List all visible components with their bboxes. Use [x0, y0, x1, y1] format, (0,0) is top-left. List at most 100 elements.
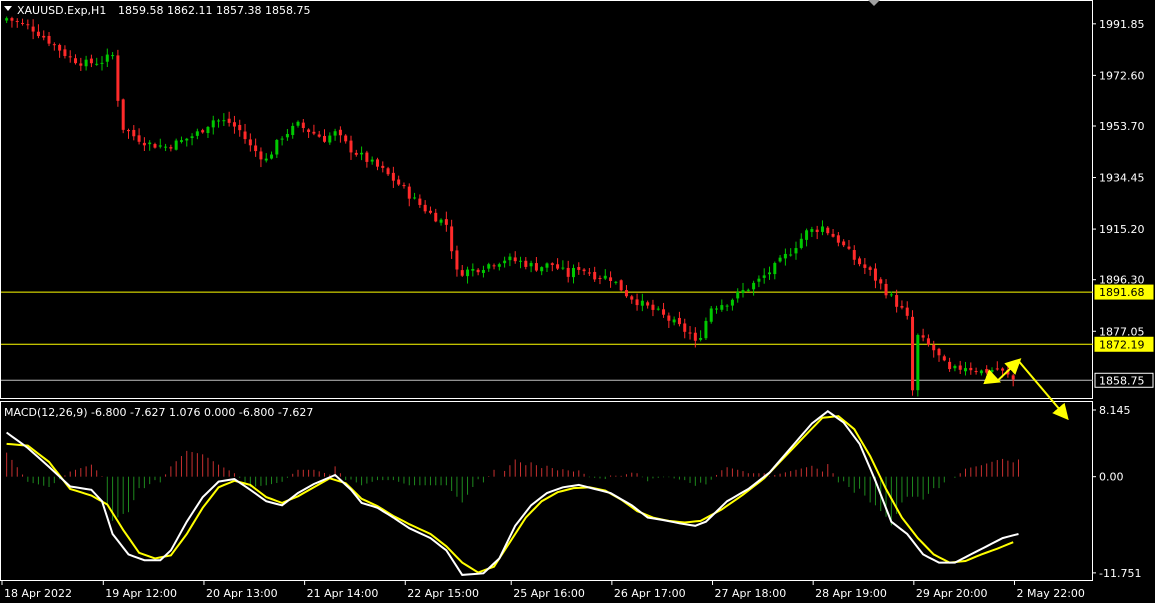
candle-body: [513, 257, 517, 262]
candle-body: [413, 197, 417, 199]
time-tick-label: 22 Apr 15:00: [407, 587, 479, 600]
candle-body: [614, 281, 618, 283]
level-price-tag-label: 1872.19: [1099, 338, 1145, 351]
candle-body: [603, 275, 607, 279]
candle-body: [640, 300, 644, 306]
chart-background: [0, 0, 1155, 603]
candle-body: [460, 270, 464, 276]
candle-body: [810, 229, 814, 232]
candle-body: [333, 131, 337, 136]
candle-body: [873, 268, 877, 281]
candle-body: [455, 250, 459, 270]
candle-body: [142, 142, 146, 146]
candle-body: [831, 233, 835, 237]
candle-body: [577, 267, 581, 270]
candle-body: [370, 159, 374, 162]
candle-body: [942, 356, 946, 361]
candle-body: [630, 296, 634, 300]
candle-body: [964, 368, 968, 372]
candle-body: [270, 154, 274, 159]
candle-body: [211, 120, 215, 128]
candle-body: [217, 120, 221, 122]
time-tick-label: 25 Apr 16:00: [513, 587, 585, 600]
candle-body: [799, 238, 803, 248]
candle-body: [227, 118, 231, 123]
current-price-tag-label: 1858.75: [1099, 374, 1145, 387]
chart-canvas: XAUUSD.Exp,H1 1859.58 1862.11 1857.38 18…: [0, 0, 1155, 603]
candle-body: [264, 158, 268, 161]
time-tick-label: 28 Apr 19:00: [815, 587, 887, 600]
candle-body: [725, 305, 729, 307]
candle-body: [169, 147, 173, 149]
candle-body: [746, 289, 750, 291]
candle-body: [852, 250, 856, 260]
candle-body: [757, 278, 761, 282]
candle-body: [100, 62, 104, 64]
level-price-tag-label: 1891.68: [1099, 286, 1145, 299]
candle-body: [990, 369, 994, 372]
candle-body: [508, 256, 512, 261]
candle-body: [969, 367, 973, 371]
price-tick-label: 1877.05: [1099, 325, 1145, 338]
candle-body: [593, 271, 597, 280]
candle-body: [979, 370, 983, 374]
macd-tick-label: 0.00: [1099, 471, 1124, 484]
candle-body: [428, 210, 432, 213]
candle-body: [720, 305, 724, 310]
candle-body: [42, 35, 46, 38]
candle-body: [444, 219, 448, 225]
candle-body: [487, 264, 491, 269]
candle-body: [884, 283, 888, 296]
candle-body: [767, 272, 771, 275]
candle-body: [79, 63, 83, 66]
candle-body: [68, 56, 72, 58]
candle-body: [635, 299, 639, 306]
candle-body: [31, 26, 35, 32]
candle-body: [89, 58, 93, 64]
candle-body: [63, 49, 67, 57]
candle-body: [190, 136, 194, 138]
candle-body: [280, 138, 284, 140]
candle-body: [58, 44, 62, 51]
candle-body: [248, 139, 252, 146]
candle-body: [619, 280, 623, 291]
candle-body: [492, 265, 496, 267]
candle-body: [402, 185, 406, 187]
candle-body: [587, 272, 591, 274]
candle-body: [296, 121, 300, 126]
candle-body: [232, 122, 236, 127]
candle-body: [926, 338, 930, 345]
candle-body: [948, 361, 952, 370]
candle-body: [995, 368, 999, 370]
candle-body: [243, 131, 247, 140]
candle-body: [826, 227, 830, 234]
candle-body: [497, 264, 501, 267]
candle-body: [349, 140, 353, 153]
candle-body: [10, 18, 14, 21]
candle-body: [842, 241, 846, 246]
candle-body: [312, 131, 316, 134]
candle-body: [879, 279, 883, 284]
candle-body: [677, 317, 681, 325]
candle-body: [953, 365, 957, 369]
candle-body: [789, 254, 793, 256]
candle-body: [174, 140, 178, 150]
candle-body: [715, 308, 719, 310]
candle-body: [889, 294, 893, 296]
candle-body: [206, 126, 210, 134]
candle-body: [471, 268, 475, 271]
candle-body: [381, 165, 385, 168]
price-tick-label: 1972.60: [1099, 69, 1145, 82]
candle-body: [116, 55, 120, 101]
candle-body: [238, 124, 242, 131]
price-tick-label: 1915.20: [1099, 223, 1145, 236]
candle-body: [254, 145, 258, 152]
candle-body: [566, 267, 570, 277]
candle-body: [974, 371, 978, 373]
candle-body: [985, 369, 989, 373]
candle-body: [662, 309, 666, 315]
candle-body: [905, 307, 909, 316]
candle-body: [815, 229, 819, 232]
candle-body: [450, 226, 454, 252]
candle-body: [148, 142, 152, 145]
